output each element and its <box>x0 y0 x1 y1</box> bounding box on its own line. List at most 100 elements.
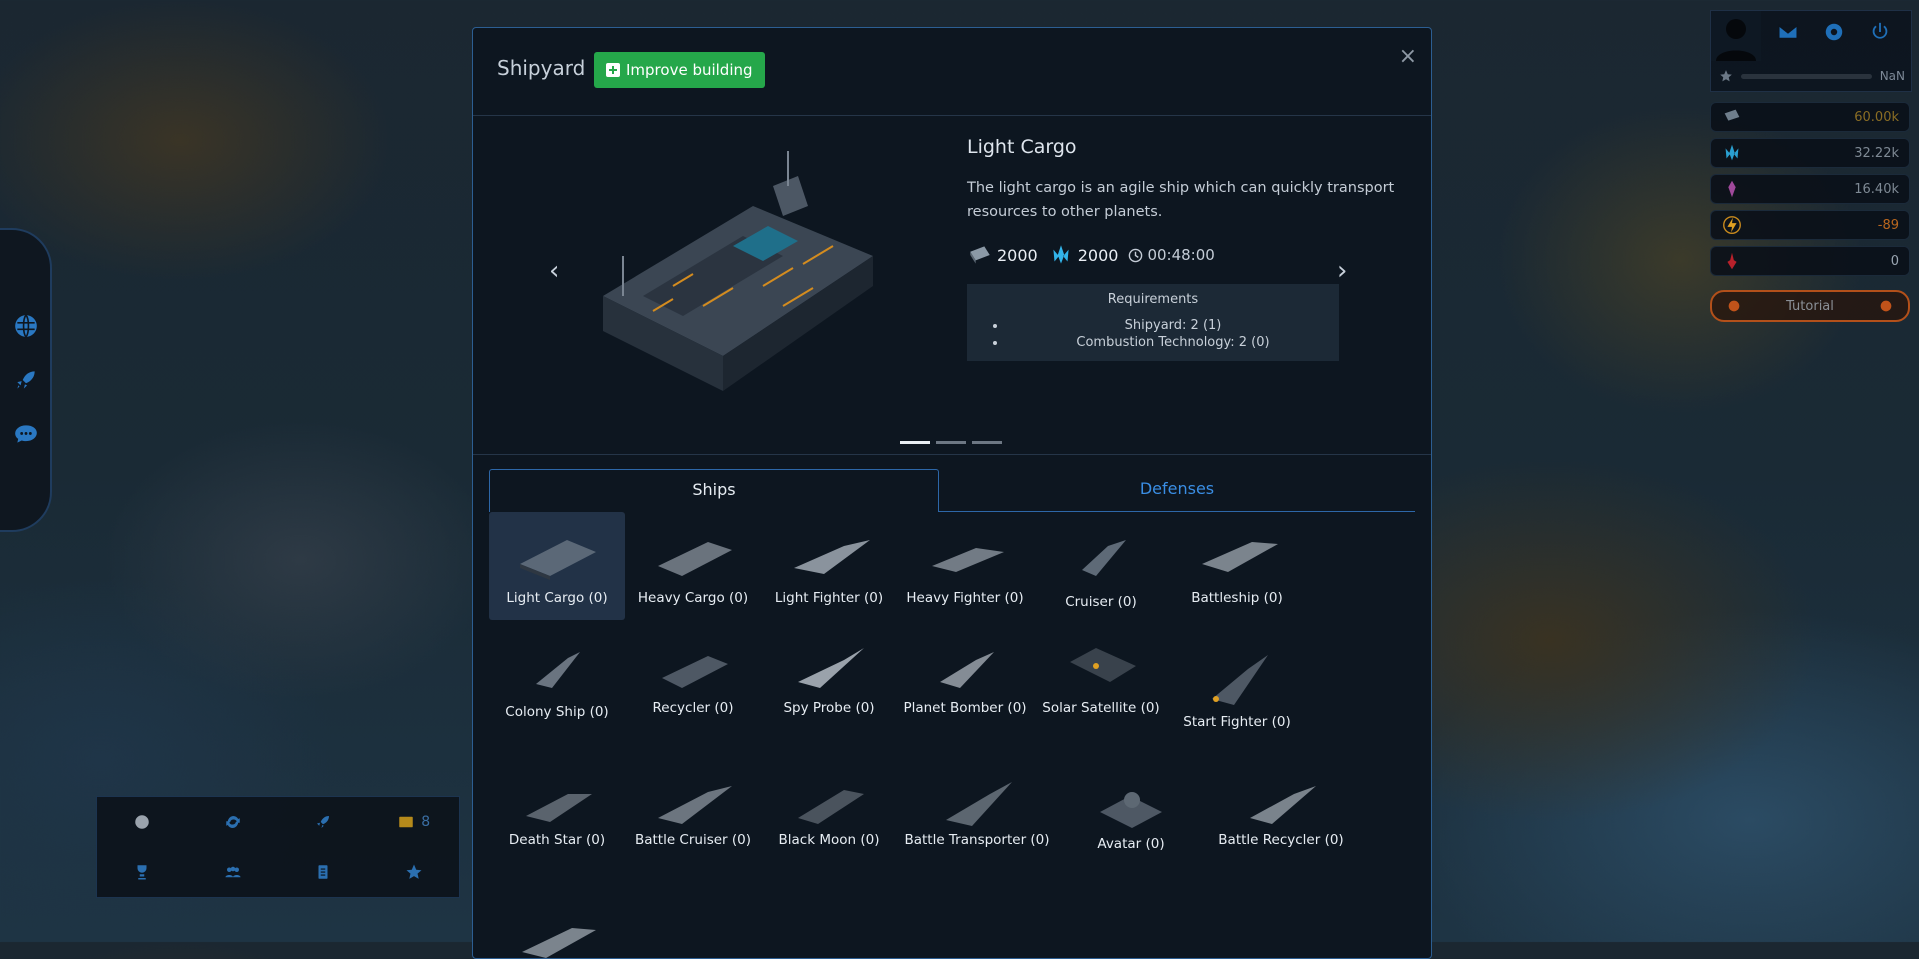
users-icon <box>225 866 241 878</box>
improve-building-button[interactable]: Improve building <box>594 52 765 88</box>
carousel-indicator[interactable] <box>972 441 1002 444</box>
crystal-value: 32.22k <box>1854 145 1899 161</box>
ship-label: Battle Transporter (0) <box>904 832 1050 848</box>
avatar[interactable] <box>1711 11 1761 61</box>
crystal-icon <box>1053 245 1069 264</box>
ship-label: Recycler (0) <box>652 700 734 716</box>
cost-crystal: 2000 <box>1048 242 1119 268</box>
battle-transporter-icon <box>946 782 1012 826</box>
ship-item-cruiser[interactable]: Cruiser (0) <box>1033 512 1169 610</box>
ship-item-heavy-fighter[interactable]: Heavy Fighter (0) <box>897 512 1033 606</box>
ship-item-avatar[interactable]: Avatar (0) <box>1063 772 1199 852</box>
ship-label: Death Star (0) <box>508 832 606 848</box>
deuterium-value: 16.40k <box>1854 181 1899 197</box>
galaxy-button[interactable] <box>97 797 188 847</box>
messages-button[interactable] <box>1777 21 1799 47</box>
planet-button[interactable] <box>10 310 42 342</box>
shipyard-modal: Shipyard Improve building × ‹ Light Carg… <box>472 27 1432 959</box>
inbox-button[interactable]: 8 <box>369 797 460 847</box>
light-cargo-image <box>603 151 873 391</box>
ship-item-start-fighter[interactable]: Start Fighter (0) <box>1169 638 1305 730</box>
dark-matter-icon <box>1727 252 1737 270</box>
ship-label: Cruiser (0) <box>1065 594 1137 610</box>
resource-dark-matter[interactable]: 0 <box>1710 246 1910 276</box>
ship-label: Light Cargo (0) <box>506 590 608 606</box>
close-button[interactable]: × <box>1399 44 1417 69</box>
ship-item-planet-bomber[interactable]: Planet Bomber (0) <box>897 638 1033 716</box>
fleet-button[interactable] <box>10 364 42 396</box>
notes-button[interactable] <box>278 847 369 897</box>
ship-description: The light cargo is an agile ship which c… <box>967 180 1395 220</box>
ship-name: Light Cargo <box>967 136 1077 158</box>
cost-crystal-value: 2000 <box>1077 245 1119 265</box>
favorites-button[interactable] <box>369 847 460 897</box>
carousel-next-button[interactable]: › <box>1337 256 1347 286</box>
tab-defenses[interactable]: Defenses <box>939 469 1415 512</box>
left-rail <box>0 228 52 532</box>
requirement-item: Combustion Technology: 2 (0) <box>1007 334 1339 351</box>
carousel-indicator[interactable] <box>936 441 966 444</box>
ship-item-battleship[interactable]: Battleship (0) <box>1169 512 1305 606</box>
resource-metal[interactable]: 60.00k <box>1710 102 1910 132</box>
ship-item-light-fighter[interactable]: Light Fighter (0) <box>761 512 897 606</box>
tutorial-button[interactable]: Tutorial <box>1710 290 1910 322</box>
level-row: NaN <box>1719 67 1905 85</box>
xp-bar <box>1741 73 1872 79</box>
logout-button[interactable] <box>1869 21 1891 47</box>
notes-icon <box>318 865 328 879</box>
ship-item-battle-transporter[interactable]: Battle Transporter (0) <box>897 772 1057 848</box>
ship-label: Start Fighter (0) <box>1183 714 1291 730</box>
build-time: 00:48:00 <box>1128 246 1215 264</box>
planet-bomber-icon <box>940 652 994 688</box>
black-moon-icon <box>798 790 864 824</box>
ship-item-spy-probe[interactable]: Spy Probe (0) <box>761 638 897 716</box>
settings-button[interactable] <box>1823 21 1845 47</box>
ship-item-death-star[interactable]: Death Star (0) <box>489 772 625 848</box>
trophy-icon <box>137 865 147 880</box>
carousel-indicator[interactable] <box>900 441 930 444</box>
resource-crystal[interactable]: 32.22k <box>1710 138 1910 168</box>
user-silhouette-icon <box>1716 19 1756 61</box>
metal-icon <box>1724 109 1740 121</box>
ship-item-battle-cruiser[interactable]: Battle Cruiser (0) <box>625 772 761 848</box>
chat-button[interactable] <box>10 418 42 450</box>
ship-label: Battleship (0) <box>1191 590 1283 606</box>
refresh-icon <box>226 815 240 829</box>
tab-ships[interactable]: Ships <box>489 469 939 512</box>
rocket-icon <box>317 816 330 828</box>
deuterium-icon <box>1728 180 1736 198</box>
ship-item-light-cargo[interactable]: Light Cargo (0) <box>489 512 625 620</box>
globe-icon <box>15 314 37 338</box>
modal-title: Shipyard <box>497 56 586 80</box>
heavy-fighter-icon <box>932 548 1004 572</box>
ship-carousel: ‹ Light Cargo The light cargo is an agil… <box>473 116 1431 455</box>
fleet-quick-button[interactable] <box>278 797 369 847</box>
ship-item-colony-ship[interactable]: Colony Ship (0) <box>489 638 625 720</box>
highscore-button[interactable] <box>97 847 188 897</box>
spy-probe-icon <box>798 648 864 688</box>
ship-label: Battle Cruiser (0) <box>634 832 752 848</box>
ship-item-battle-recycler[interactable]: Battle Recycler (0) <box>1201 772 1361 848</box>
ship-item-solar-satellite[interactable]: Solar Satellite (0) <box>1033 638 1169 716</box>
resource-deuterium[interactable]: 16.40k <box>1710 174 1910 204</box>
inbox-icon <box>399 816 414 828</box>
ship-label: Black Moon (0) <box>778 832 880 848</box>
ship-item-heavy-cargo[interactable]: Heavy Cargo (0) <box>625 512 761 606</box>
star-icon <box>1720 70 1732 82</box>
ship-item-partial[interactable] <box>489 910 625 958</box>
profile-panel: NaN <box>1710 10 1912 92</box>
rocket-icon <box>17 371 35 389</box>
ship-label: Spy Probe (0) <box>783 700 875 716</box>
carousel-indicators <box>900 441 1002 444</box>
buddies-button[interactable] <box>188 847 279 897</box>
alliance-button[interactable] <box>188 797 279 847</box>
resource-energy[interactable]: -89 <box>1710 210 1910 240</box>
gear-icon <box>1825 23 1843 41</box>
energy-value: -89 <box>1877 217 1899 233</box>
ship-item-black-moon[interactable]: Black Moon (0) <box>761 772 897 848</box>
carousel-prev-button[interactable]: ‹ <box>549 256 559 286</box>
resource-list: 60.00k 32.22k 16.40k -89 0 Tutorial <box>1710 102 1910 322</box>
battleship-icon <box>1202 542 1278 572</box>
requirements-title: Requirements <box>1107 292 1199 307</box>
ship-item-recycler[interactable]: Recycler (0) <box>625 638 761 716</box>
